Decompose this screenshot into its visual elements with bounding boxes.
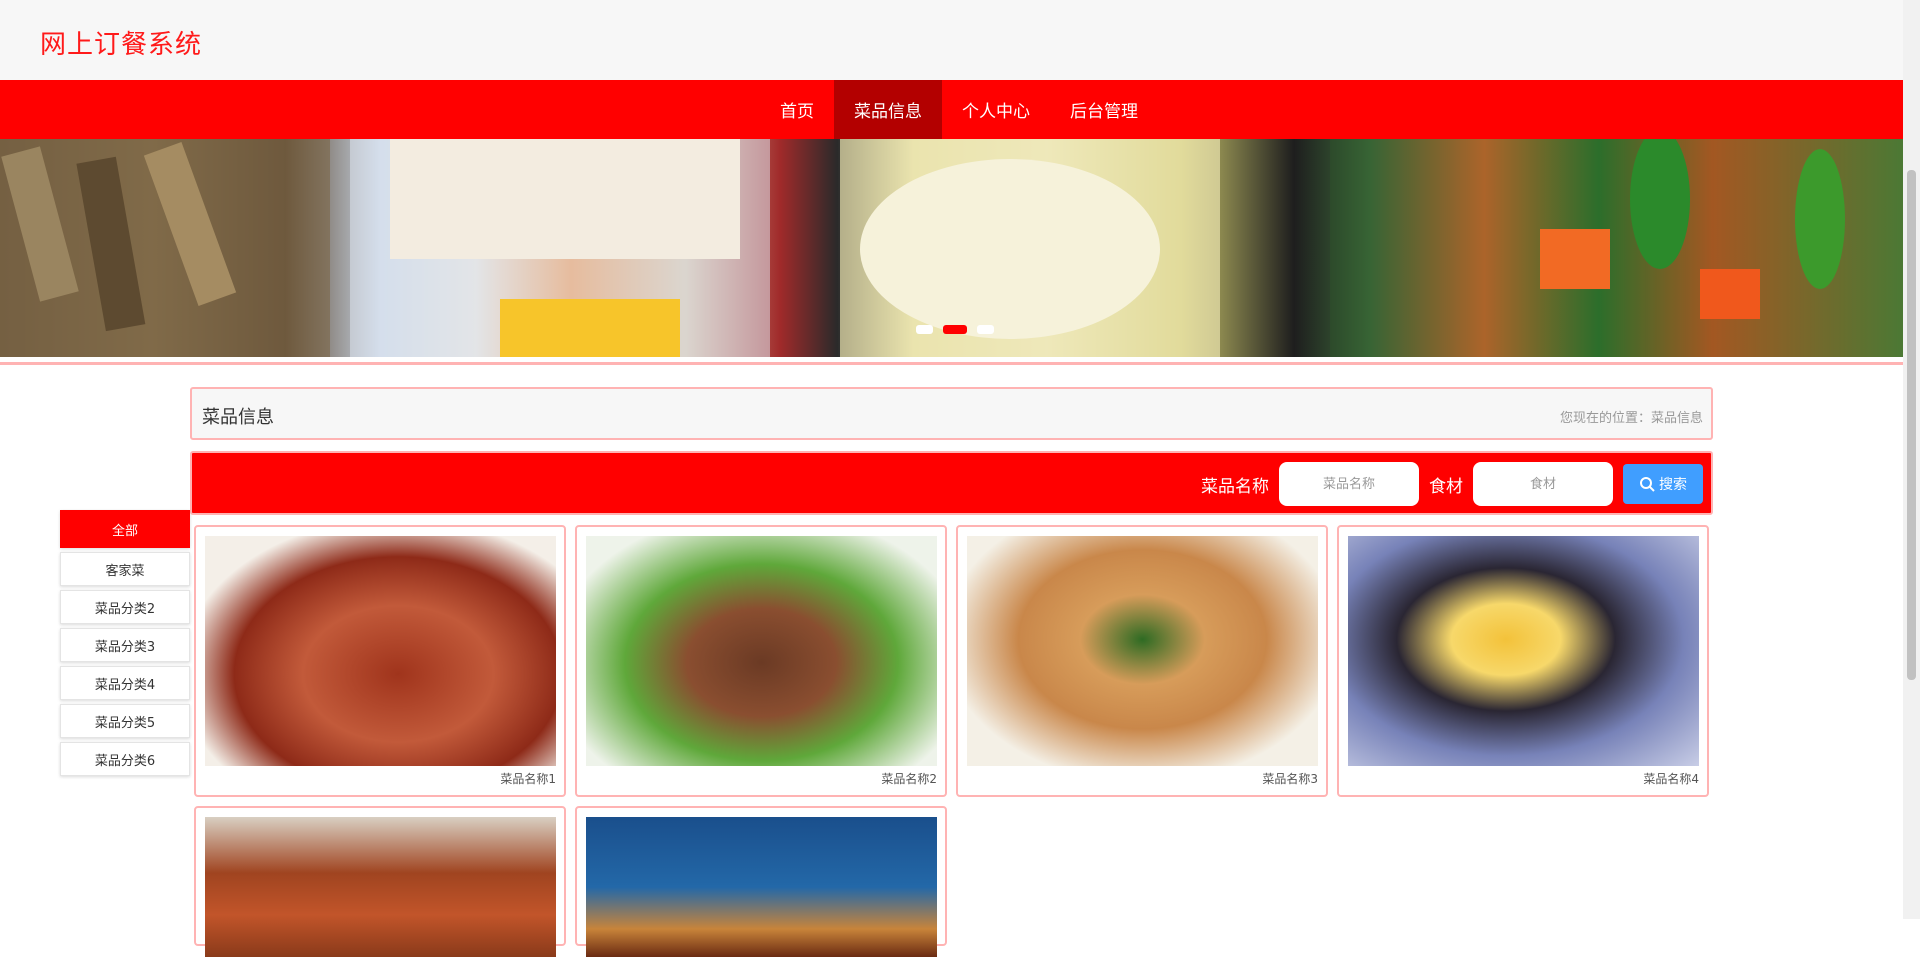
category-sidebar: 全部 客家菜 菜品分类2 菜品分类3 菜品分类4 菜品分类5 菜品分类6 xyxy=(60,510,190,780)
site-title[interactable]: 网上订餐系统 xyxy=(40,24,202,61)
search-button-label: 搜索 xyxy=(1659,477,1687,493)
dish-image[interactable] xyxy=(1348,536,1699,766)
banner-carousel[interactable] xyxy=(0,139,1903,357)
dish-image[interactable] xyxy=(205,817,556,957)
dish-name: 菜品名称1 xyxy=(500,772,556,786)
dish-card[interactable] xyxy=(194,806,566,957)
category-4[interactable]: 菜品分类4 xyxy=(60,666,190,700)
category-3[interactable]: 菜品分类3 xyxy=(60,628,190,662)
dish-name: 菜品名称3 xyxy=(1262,772,1318,786)
banner-divider xyxy=(0,362,1903,365)
dish-card[interactable]: 菜品名称1 xyxy=(194,525,566,797)
category-2[interactable]: 菜品分类2 xyxy=(60,590,190,624)
banner-dots xyxy=(916,325,994,334)
dish-name: 菜品名称4 xyxy=(1643,772,1699,786)
top-header: 网上订餐系统 xyxy=(0,0,1903,80)
dish-image[interactable] xyxy=(967,536,1318,766)
dish-card[interactable]: 菜品名称4 xyxy=(1337,525,1709,797)
current-location: 您现在的位置：菜品信息 xyxy=(1559,411,1703,426)
dish-name-label: 菜品名称 xyxy=(1201,476,1269,497)
dish-image[interactable] xyxy=(586,536,937,766)
dish-name: 菜品名称2 xyxy=(881,772,937,786)
dish-card[interactable] xyxy=(575,806,947,957)
dish-grid: 菜品名称1 菜品名称2 菜品名称3 菜品名称4 xyxy=(194,525,1714,957)
category-hakka[interactable]: 客家菜 xyxy=(60,552,190,586)
scrollbar-thumb[interactable] xyxy=(1907,170,1916,680)
dish-image[interactable] xyxy=(586,817,937,957)
dish-name-input[interactable] xyxy=(1279,462,1419,506)
category-5[interactable]: 菜品分类5 xyxy=(60,704,190,738)
ingredient-label: 食材 xyxy=(1429,476,1463,497)
dish-image[interactable] xyxy=(205,536,556,766)
nav-item-home[interactable]: 首页 xyxy=(760,80,834,139)
dish-card[interactable]: 菜品名称2 xyxy=(575,525,947,797)
banner-dot-1[interactable] xyxy=(916,325,933,334)
search-icon xyxy=(1640,477,1655,492)
category-6[interactable]: 菜品分类6 xyxy=(60,742,190,776)
main-nav: 首页 菜品信息 个人中心 后台管理 xyxy=(0,80,1903,139)
page-scrollbar[interactable] xyxy=(1903,0,1920,919)
category-all[interactable]: 全部 xyxy=(60,510,190,548)
nav-item-dishes[interactable]: 菜品信息 xyxy=(834,80,942,139)
page-title: 菜品信息 xyxy=(202,407,274,428)
banner-dot-2[interactable] xyxy=(943,325,967,334)
dish-card[interactable]: 菜品名称3 xyxy=(956,525,1328,797)
ingredient-input[interactable] xyxy=(1473,462,1613,506)
nav-item-profile[interactable]: 个人中心 xyxy=(942,80,1050,139)
breadcrumb: 菜品信息 您现在的位置：菜品信息 xyxy=(190,387,1713,440)
banner-dot-3[interactable] xyxy=(977,325,994,334)
nav-item-admin[interactable]: 后台管理 xyxy=(1050,80,1158,139)
search-button[interactable]: 搜索 xyxy=(1623,464,1703,504)
search-bar: 菜品名称 食材 搜索 xyxy=(190,451,1713,515)
